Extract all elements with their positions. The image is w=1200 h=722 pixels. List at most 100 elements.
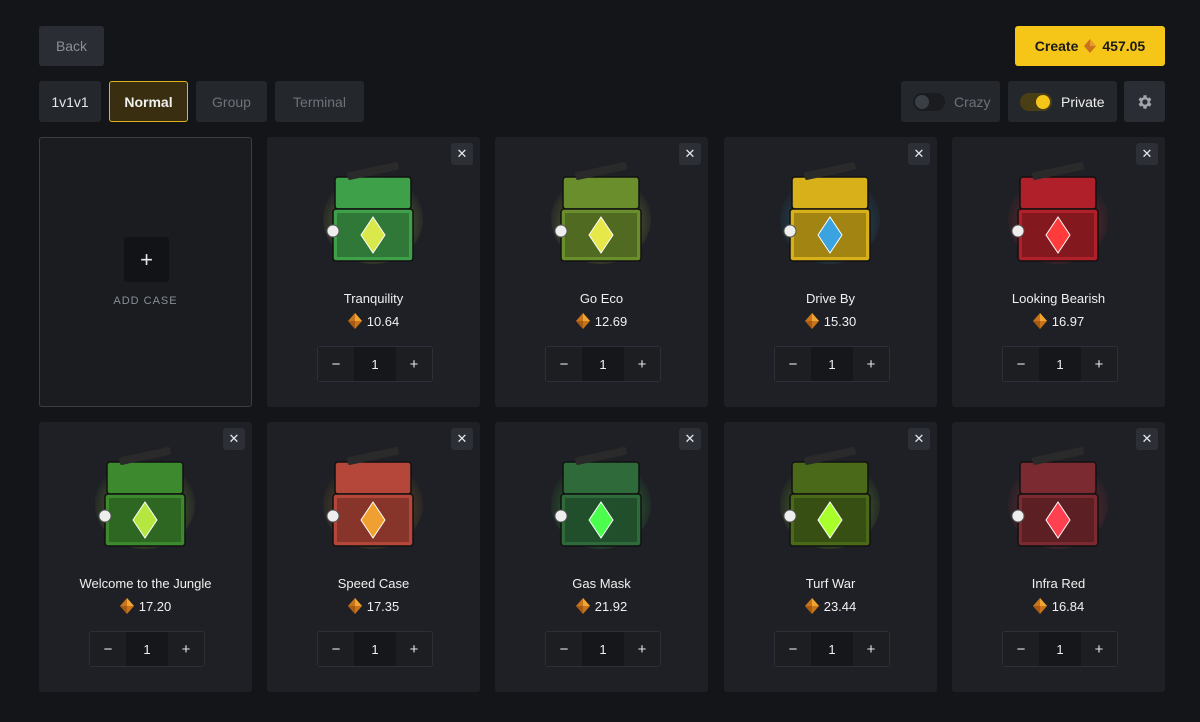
decrement-button[interactable]: − bbox=[775, 347, 811, 381]
increment-button[interactable]: + bbox=[396, 347, 432, 381]
case-name: Gas Mask bbox=[572, 576, 631, 591]
decrement-button[interactable]: − bbox=[90, 632, 126, 666]
coin-icon bbox=[575, 313, 590, 329]
remove-case-button[interactable]: ✕ bbox=[679, 428, 701, 450]
coin-icon bbox=[575, 598, 590, 614]
remove-case-button[interactable]: ✕ bbox=[908, 428, 930, 450]
coin-icon bbox=[804, 313, 819, 329]
case-card[interactable]: ✕ Looking Bearish 16.97 − 1 + bbox=[952, 137, 1165, 407]
quantity-value[interactable]: 1 bbox=[354, 632, 396, 666]
case-name: Welcome to the Jungle bbox=[79, 576, 212, 591]
decrement-button[interactable]: − bbox=[318, 632, 354, 666]
case-name: Tranquility bbox=[343, 291, 404, 306]
case-price: 15.30 bbox=[724, 313, 937, 329]
case-image bbox=[323, 162, 423, 264]
settings-button[interactable] bbox=[1124, 81, 1165, 122]
increment-button[interactable]: + bbox=[396, 632, 432, 666]
quantity-value[interactable]: 1 bbox=[811, 347, 853, 381]
case-card[interactable]: ✕ Tranquility 10.64 − 1 + bbox=[267, 137, 480, 407]
private-switch[interactable] bbox=[1020, 92, 1052, 111]
case-image bbox=[1008, 447, 1108, 549]
case-card[interactable]: ✕ Welcome to the Jungle 17.20 − 1 + bbox=[39, 422, 252, 692]
quantity-value[interactable]: 1 bbox=[811, 632, 853, 666]
create-button[interactable]: Create 457.05 bbox=[1015, 26, 1165, 66]
case-name: Looking Bearish bbox=[1011, 291, 1106, 306]
private-toggle[interactable]: Private bbox=[1008, 81, 1117, 122]
coin-icon bbox=[1032, 313, 1047, 329]
quantity-stepper[interactable]: − 1 + bbox=[545, 631, 661, 667]
quantity-stepper[interactable]: − 1 + bbox=[545, 346, 661, 382]
remove-case-button[interactable]: ✕ bbox=[1136, 143, 1158, 165]
quantity-value[interactable]: 1 bbox=[1039, 632, 1081, 666]
case-card[interactable]: ✕ Turf War 23.44 − 1 + bbox=[724, 422, 937, 692]
decrement-button[interactable]: − bbox=[775, 632, 811, 666]
case-image bbox=[780, 162, 880, 264]
case-name: Drive By bbox=[805, 291, 856, 306]
private-label: Private bbox=[1061, 93, 1105, 110]
case-price: 12.69 bbox=[495, 313, 708, 329]
increment-button[interactable]: + bbox=[1081, 347, 1117, 381]
quantity-stepper[interactable]: − 1 + bbox=[774, 346, 890, 382]
case-price-value: 17.20 bbox=[138, 598, 172, 614]
increment-button[interactable]: + bbox=[624, 632, 660, 666]
case-card[interactable]: ✕ Speed Case 17.35 − 1 + bbox=[267, 422, 480, 692]
quantity-stepper[interactable]: − 1 + bbox=[317, 346, 433, 382]
case-price-value: 17.35 bbox=[366, 598, 400, 614]
decrement-button[interactable]: − bbox=[1003, 632, 1039, 666]
case-price-value: 16.97 bbox=[1051, 313, 1085, 329]
mode-tab-group[interactable]: Group bbox=[196, 81, 267, 122]
quantity-stepper[interactable]: − 1 + bbox=[317, 631, 433, 667]
case-price: 16.84 bbox=[952, 598, 1165, 614]
back-button[interactable]: Back bbox=[39, 26, 104, 66]
quantity-value[interactable]: 1 bbox=[582, 632, 624, 666]
coin-icon bbox=[347, 313, 362, 329]
add-case-card[interactable]: + ADD CASE bbox=[39, 137, 252, 407]
plus-icon[interactable]: + bbox=[124, 237, 169, 282]
crazy-switch[interactable] bbox=[913, 92, 945, 111]
coin-icon bbox=[804, 598, 819, 614]
create-label: Create bbox=[1034, 38, 1079, 54]
coin-icon bbox=[1032, 598, 1047, 614]
case-price: 10.64 bbox=[267, 313, 480, 329]
crazy-toggle[interactable]: Crazy bbox=[901, 81, 1000, 122]
decrement-button[interactable]: − bbox=[546, 632, 582, 666]
case-card[interactable]: ✕ Drive By 15.30 − 1 + bbox=[724, 137, 937, 407]
create-amount: 457.05 bbox=[1102, 38, 1146, 54]
remove-case-button[interactable]: ✕ bbox=[451, 143, 473, 165]
remove-case-button[interactable]: ✕ bbox=[223, 428, 245, 450]
case-card[interactable]: ✕ Infra Red 16.84 − 1 + bbox=[952, 422, 1165, 692]
quantity-stepper[interactable]: − 1 + bbox=[1002, 631, 1118, 667]
mode-tab-1v1v1[interactable]: 1v1v1 bbox=[39, 81, 101, 122]
coin-icon bbox=[119, 598, 134, 614]
quantity-value[interactable]: 1 bbox=[582, 347, 624, 381]
quantity-value[interactable]: 1 bbox=[1039, 347, 1081, 381]
quantity-stepper[interactable]: − 1 + bbox=[89, 631, 205, 667]
case-card[interactable]: ✕ Go Eco 12.69 − 1 + bbox=[495, 137, 708, 407]
increment-button[interactable]: + bbox=[168, 632, 204, 666]
quantity-value[interactable]: 1 bbox=[354, 347, 396, 381]
mode-tab-normal[interactable]: Normal bbox=[109, 81, 188, 122]
remove-case-button[interactable]: ✕ bbox=[451, 428, 473, 450]
increment-button[interactable]: + bbox=[853, 632, 889, 666]
remove-case-button[interactable]: ✕ bbox=[1136, 428, 1158, 450]
case-name: Turf War bbox=[805, 576, 856, 591]
quantity-stepper[interactable]: − 1 + bbox=[774, 631, 890, 667]
decrement-button[interactable]: − bbox=[546, 347, 582, 381]
case-image bbox=[780, 447, 880, 549]
quantity-stepper[interactable]: − 1 + bbox=[1002, 346, 1118, 382]
increment-button[interactable]: + bbox=[1081, 632, 1117, 666]
case-price-value: 15.30 bbox=[823, 313, 857, 329]
gear-icon bbox=[1138, 94, 1151, 109]
remove-case-button[interactable]: ✕ bbox=[908, 143, 930, 165]
case-price: 17.35 bbox=[267, 598, 480, 614]
increment-button[interactable]: + bbox=[624, 347, 660, 381]
decrement-button[interactable]: − bbox=[1003, 347, 1039, 381]
remove-case-button[interactable]: ✕ bbox=[679, 143, 701, 165]
mode-tab-terminal[interactable]: Terminal bbox=[275, 81, 364, 122]
add-case-label: ADD CASE bbox=[113, 295, 178, 307]
case-image bbox=[551, 447, 651, 549]
case-card[interactable]: ✕ Gas Mask 21.92 − 1 + bbox=[495, 422, 708, 692]
quantity-value[interactable]: 1 bbox=[126, 632, 168, 666]
decrement-button[interactable]: − bbox=[318, 347, 354, 381]
increment-button[interactable]: + bbox=[853, 347, 889, 381]
